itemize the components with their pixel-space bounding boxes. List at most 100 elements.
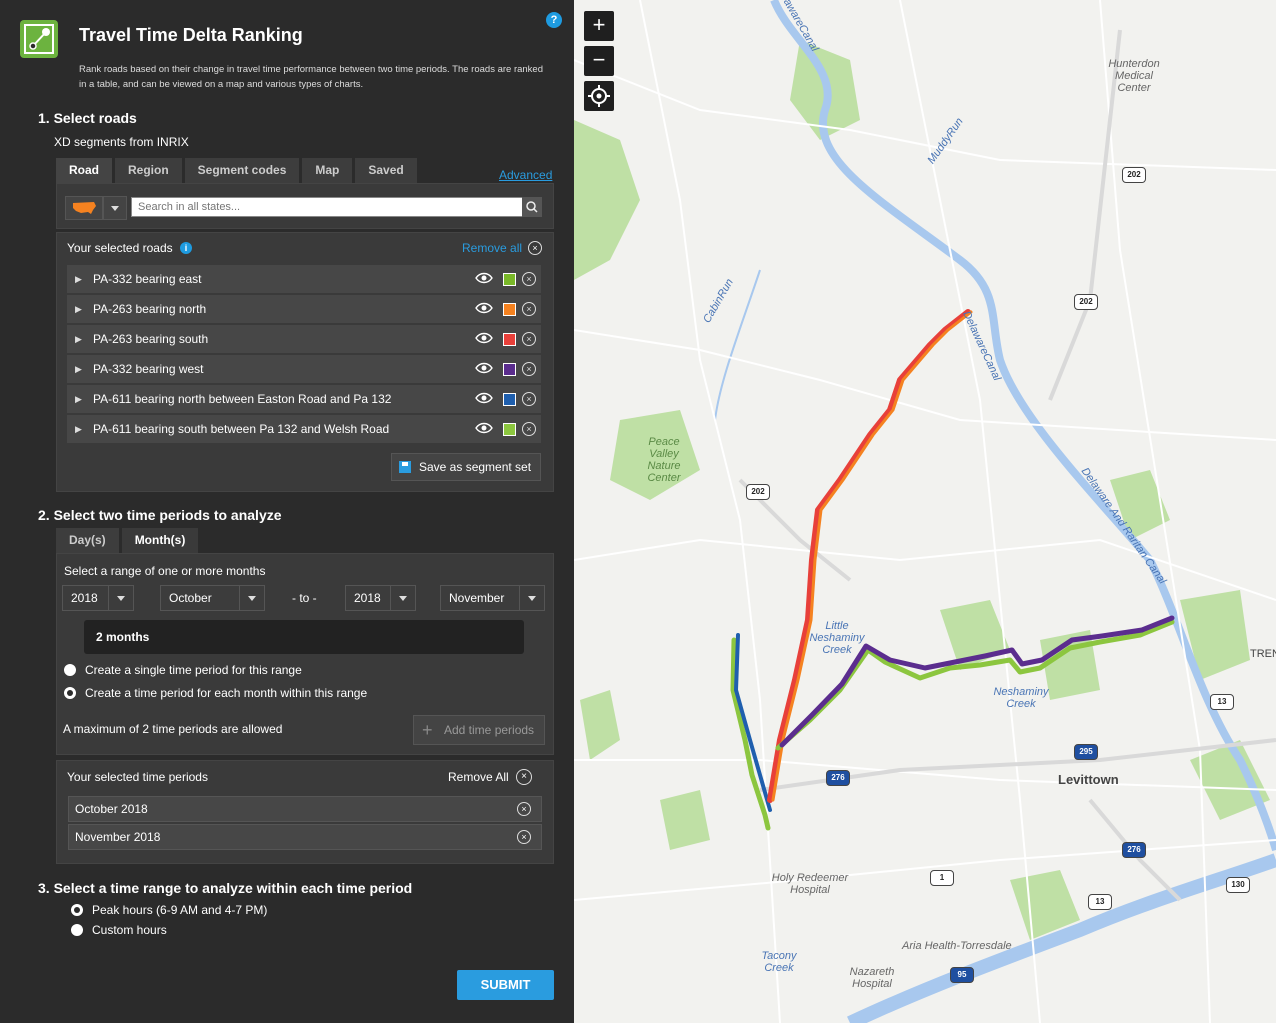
plus-icon: +	[422, 720, 433, 740]
route-shield: 95	[950, 967, 974, 983]
road-tabs: Road Region Segment codes Map Saved	[56, 158, 417, 183]
peak-hours-label: Peak hours (6-9 AM and 4-7 PM)	[92, 903, 268, 917]
single-period-radio[interactable]	[64, 664, 76, 676]
step1-heading: 1. Select roads	[38, 110, 137, 126]
selected-road-row[interactable]: ▶ PA-332 bearing west ×	[66, 354, 542, 384]
selected-road-row[interactable]: ▶ PA-332 bearing east ×	[66, 264, 542, 294]
map-view[interactable]: Hunterdon Medical Center MuddyRun CabinRun…	[574, 0, 1276, 1023]
state-dropdown-caret[interactable]	[103, 196, 127, 220]
tab-days[interactable]: Day(s)	[56, 528, 119, 553]
selected-road-row[interactable]: ▶ PA-263 bearing south ×	[66, 324, 542, 354]
from-year-value: 2018	[71, 591, 98, 605]
from-month-select[interactable]: October	[160, 585, 265, 611]
expand-arrow-icon[interactable]: ▶	[75, 415, 82, 443]
expand-arrow-icon[interactable]: ▶	[75, 385, 82, 413]
color-swatch[interactable]	[503, 393, 516, 406]
road-label: PA-263 bearing south	[93, 332, 209, 346]
visibility-eye-icon[interactable]	[475, 302, 493, 314]
selected-road-row[interactable]: ▶ PA-611 bearing south between Pa 132 and…	[66, 414, 542, 444]
info-icon[interactable]: i	[180, 242, 192, 254]
remove-all-roads-link[interactable]: Remove all	[462, 241, 522, 255]
visibility-eye-icon[interactable]	[475, 362, 493, 374]
expand-arrow-icon[interactable]: ▶	[75, 325, 82, 353]
page-title: Travel Time Delta Ranking	[79, 25, 303, 45]
color-swatch[interactable]	[503, 423, 516, 436]
duration-value: 2 months	[96, 630, 150, 644]
visibility-eye-icon[interactable]	[475, 332, 493, 344]
remove-road-icon[interactable]: ×	[522, 332, 536, 346]
color-swatch[interactable]	[503, 303, 516, 316]
tab-segment-codes[interactable]: Segment codes	[184, 158, 300, 183]
search-icon	[526, 201, 538, 213]
save-segment-set-button[interactable]: Save as segment set	[391, 453, 541, 481]
selected-road-row[interactable]: ▶ PA-611 bearing north between Easton Roa…	[66, 384, 542, 414]
remove-all-icon[interactable]: ×	[528, 241, 542, 255]
road-search-input[interactable]	[131, 197, 529, 217]
chevron-down-icon	[390, 586, 415, 610]
color-swatch[interactable]	[503, 363, 516, 376]
zoom-in-button[interactable]: +	[584, 11, 614, 41]
add-time-periods-button[interactable]: + Add time periods	[413, 715, 545, 745]
data-source-prefix: XD segments from	[54, 135, 154, 149]
zoom-out-button[interactable]: −	[584, 46, 614, 76]
chevron-down-icon	[519, 586, 544, 610]
single-period-label: Create a single time period for this ran…	[85, 663, 302, 677]
map-label-hunterdon: Hunterdon Medical Center	[1108, 58, 1160, 94]
locate-button[interactable]	[584, 81, 614, 111]
save-icon	[399, 461, 411, 473]
expand-arrow-icon[interactable]: ▶	[75, 355, 82, 383]
remove-road-icon[interactable]: ×	[522, 362, 536, 376]
to-month-select[interactable]: November	[440, 585, 545, 611]
chevron-down-icon	[108, 586, 133, 610]
color-swatch[interactable]	[503, 333, 516, 346]
crosshair-icon	[588, 85, 610, 107]
tab-road[interactable]: Road	[56, 158, 112, 183]
visibility-eye-icon[interactable]	[475, 392, 493, 404]
period-row: October 2018 ×	[68, 796, 542, 822]
tab-map[interactable]: Map	[302, 158, 353, 183]
help-icon[interactable]: ?	[546, 12, 562, 28]
selected-roads-heading: Your selected roads	[67, 241, 173, 255]
duration-display: 2 months	[84, 620, 524, 654]
peak-hours-radio[interactable]	[71, 904, 83, 916]
map-label-little-neshaminy: Little Neshaminy Creek	[809, 620, 865, 656]
add-time-periods-label: Add time periods	[444, 723, 535, 737]
from-year-select[interactable]: 2018	[62, 585, 134, 611]
tab-saved[interactable]: Saved	[355, 158, 417, 183]
remove-period-icon[interactable]: ×	[517, 830, 531, 844]
state-selector[interactable]	[65, 196, 103, 220]
custom-hours-radio[interactable]	[71, 924, 83, 936]
tab-months[interactable]: Month(s)	[121, 528, 199, 553]
each-month-radio[interactable]	[64, 687, 76, 699]
remove-all-periods-icon[interactable]: ×	[516, 769, 532, 785]
step2-heading: 2. Select two time periods to analyze	[38, 507, 282, 523]
to-year-select[interactable]: 2018	[345, 585, 416, 611]
route-shield: 1	[930, 870, 954, 886]
custom-hours-label: Custom hours	[92, 923, 167, 937]
to-month-value: November	[449, 591, 505, 605]
map-label-aria: Aria Health-Torresdale	[902, 940, 1012, 952]
remove-all-periods-link[interactable]: Remove All	[448, 770, 509, 784]
expand-arrow-icon[interactable]: ▶	[75, 295, 82, 323]
tool-panel: Travel Time Delta Ranking ? Rank roads b…	[0, 0, 574, 1023]
selected-road-row[interactable]: ▶ PA-263 bearing north ×	[66, 294, 542, 324]
data-source: XD segments from INRIX	[54, 135, 189, 149]
expand-arrow-icon[interactable]: ▶	[75, 265, 82, 293]
visibility-eye-icon[interactable]	[475, 272, 493, 284]
remove-road-icon[interactable]: ×	[522, 272, 536, 286]
search-button[interactable]	[522, 197, 542, 217]
route-shield: 202	[1122, 167, 1146, 183]
remove-period-icon[interactable]: ×	[517, 802, 531, 816]
remove-road-icon[interactable]: ×	[522, 302, 536, 316]
map-label-holy-redeemer: Holy Redeemer Hospital	[771, 872, 849, 896]
visibility-eye-icon[interactable]	[475, 422, 493, 434]
road-label: PA-263 bearing north	[93, 302, 207, 316]
tab-region[interactable]: Region	[115, 158, 182, 183]
submit-button[interactable]: SUBMIT	[457, 970, 554, 1000]
color-swatch[interactable]	[503, 273, 516, 286]
advanced-link[interactable]: Advanced	[499, 168, 552, 182]
remove-road-icon[interactable]: ×	[522, 392, 536, 406]
road-label: PA-332 bearing west	[93, 362, 204, 376]
remove-road-icon[interactable]: ×	[522, 422, 536, 436]
local-roads	[574, 0, 1276, 1023]
